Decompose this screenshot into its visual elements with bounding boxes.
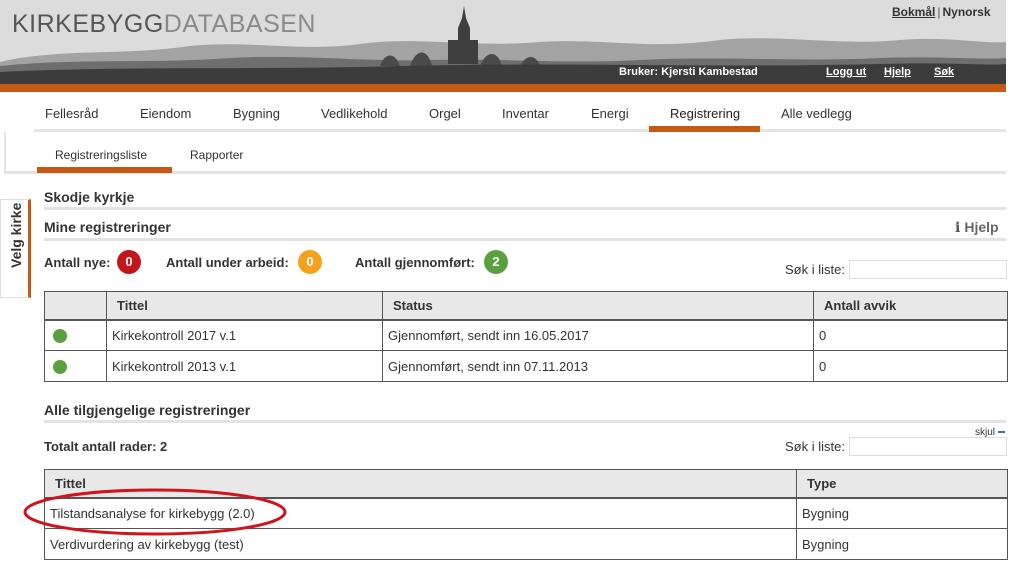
nav-item-inventar[interactable]: Inventar	[502, 106, 549, 121]
all-search-input[interactable]	[849, 437, 1007, 456]
logo-main: KIRKEBYGG	[12, 10, 164, 38]
total-rows: Totalt antall rader: 2	[44, 439, 168, 454]
col-status-icon	[44, 291, 107, 321]
nav-item-vedlikehold[interactable]: Vedlikehold	[321, 106, 388, 121]
search-link[interactable]: Søk	[934, 66, 954, 78]
status-text-cell: Gjennomført, sendt inn 16.05.2017	[382, 319, 814, 351]
table-row[interactable]: Kirkekontroll 2013 v.1 Gjennomført, send…	[44, 350, 1008, 382]
title-cell[interactable]: Kirkekontroll 2013 v.1	[106, 350, 383, 382]
table-row[interactable]: Kirkekontroll 2017 v.1 Gjennomført, send…	[44, 319, 1008, 351]
my-registrations-title: Mine registreringer	[44, 219, 171, 235]
logo-sub: DATABASEN	[163, 10, 316, 38]
lang-separator: |	[937, 5, 941, 19]
all-registrations-title: Alle tilgjengelige registreringer	[44, 402, 251, 418]
col-deviations[interactable]: Antall avvik	[813, 291, 1008, 321]
help-link[interactable]: Hjelp	[884, 66, 911, 78]
my-registrations-divider	[44, 238, 1006, 241]
col-title[interactable]: Tittel	[106, 291, 383, 321]
nav-item-registrering[interactable]: Registrering	[670, 106, 740, 121]
deviations-cell: 0	[813, 319, 1008, 351]
nav-item-bygning[interactable]: Bygning	[233, 106, 280, 121]
deviations-cell: 0	[813, 350, 1008, 382]
status-text-cell: Gjennomført, sendt inn 07.11.2013	[382, 350, 814, 382]
col-status[interactable]: Status	[382, 291, 814, 321]
subnav-item-registreringsliste[interactable]: Registreringsliste	[55, 148, 147, 162]
completed-status-icon	[53, 359, 67, 374]
subnav-item-rapporter[interactable]: Rapporter	[190, 148, 243, 162]
select-church-label: Velg kirke	[8, 202, 24, 268]
select-church-tab[interactable]: Velg kirke	[0, 199, 31, 298]
header-accent-bar	[0, 84, 1006, 92]
church-name-divider	[44, 207, 1006, 210]
table-header-row: Tittel Status Antall avvik	[44, 291, 1008, 321]
nav-item-energi[interactable]: Energi	[591, 106, 629, 121]
my-registrations-table: Tittel Status Antall avvik Kirkekontroll…	[44, 291, 1008, 382]
my-search-input[interactable]	[849, 260, 1007, 279]
status-cell	[44, 350, 107, 382]
count-completed-label: Antall gjennomført:	[355, 255, 475, 270]
title-cell[interactable]: Kirkekontroll 2017 v.1	[106, 319, 383, 351]
nav-item-eiendom[interactable]: Eiendom	[140, 106, 191, 121]
count-new-badge: 0	[117, 250, 141, 274]
nav-item-orgel[interactable]: Orgel	[429, 106, 461, 121]
count-in-progress-label: Antall under arbeid:	[166, 255, 289, 270]
all-search-label: Søk i liste:	[785, 439, 845, 454]
church-name: Skodje kyrkje	[44, 189, 135, 205]
info-icon: i	[955, 220, 961, 236]
nav-item-alle-vedlegg[interactable]: Alle vedlegg	[781, 106, 852, 121]
help-button[interactable]: i Hjelp	[955, 219, 999, 236]
subnav-active-indicator	[37, 167, 172, 173]
nav-item-fellesrad[interactable]: Fellesråd	[45, 106, 98, 121]
minus-icon	[998, 431, 1006, 434]
type-cell: Bygning	[796, 497, 1008, 529]
my-search-label: Søk i liste:	[785, 262, 845, 277]
site-logo[interactable]: KIRKEBYGGDATABASEN	[12, 10, 316, 39]
logout-link[interactable]: Logg ut	[826, 66, 866, 78]
lang-bokmal-link[interactable]: Bokmål	[892, 5, 935, 19]
all-registrations-divider	[44, 420, 1006, 423]
completed-status-icon	[53, 329, 67, 344]
status-cell	[44, 319, 107, 351]
type-cell: Bygning	[796, 528, 1008, 560]
highlight-ellipse	[23, 488, 287, 536]
count-completed-badge: 2	[484, 250, 508, 274]
col-type[interactable]: Type	[796, 469, 1008, 499]
user-prefix: Bruker:	[619, 66, 659, 78]
user-info: Bruker: Kjersti Kambestad	[619, 66, 758, 78]
count-new-label: Antall nye:	[44, 255, 111, 270]
language-switcher: Bokmål | Nynorsk	[892, 5, 991, 19]
help-label: Hjelp	[964, 219, 999, 235]
count-in-progress-badge: 0	[298, 250, 322, 274]
user-name: Kjersti Kambestad	[661, 66, 758, 78]
lang-nynorsk-link[interactable]: Nynorsk	[942, 5, 990, 19]
